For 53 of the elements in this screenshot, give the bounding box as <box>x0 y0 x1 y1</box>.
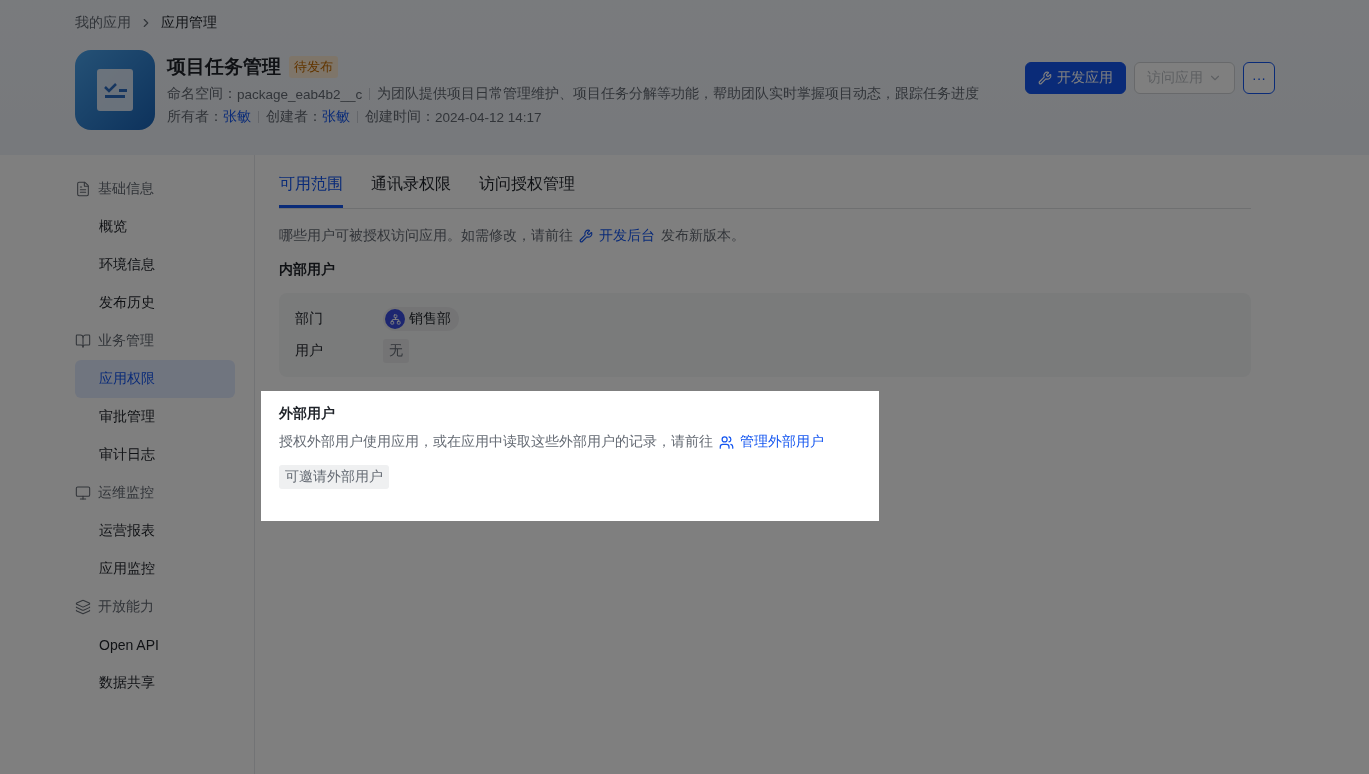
app-icon <box>75 50 155 130</box>
created-time: 2024-04-12 14:17 <box>435 109 542 125</box>
manage-external-link[interactable]: 管理外部用户 <box>740 433 824 451</box>
creator-label: 创建者： <box>266 108 322 126</box>
monitor-icon <box>75 485 91 501</box>
document-icon <box>75 181 91 197</box>
dev-console-link[interactable]: 开发后台 <box>599 227 655 245</box>
sidebar-item[interactable]: 环境信息 <box>75 246 235 284</box>
namespace-label: 命名空间： <box>167 85 237 103</box>
more-button[interactable]: ··· <box>1243 62 1275 94</box>
breadcrumb-link[interactable]: 应用管理 <box>161 14 217 32</box>
sidebar-item[interactable]: 发布历史 <box>75 284 235 322</box>
sidebar-item[interactable]: 数据共享 <box>75 664 235 702</box>
group-label: 开放能力 <box>98 598 154 616</box>
layers-icon <box>75 599 91 615</box>
app-title: 项目任务管理 <box>167 55 281 79</box>
namespace-value: package_eab4b2__c <box>237 86 363 102</box>
book-icon <box>75 333 91 349</box>
owner-label: 所有者： <box>167 108 223 126</box>
sidebar-item[interactable]: 审批管理 <box>75 398 235 436</box>
wrench-icon <box>1038 71 1052 85</box>
sidebar-item[interactable]: Open API <box>75 626 235 664</box>
sidebar-item[interactable]: 运营报表 <box>75 512 235 550</box>
field-label: 用户 <box>295 342 324 360</box>
tab[interactable]: 通讯录权限 <box>371 174 451 208</box>
section-title: 内部用户 <box>279 261 336 279</box>
group-label: 基础信息 <box>98 180 154 198</box>
department-name: 销售部 <box>409 310 451 328</box>
invite-tag: 可邀请外部用户 <box>279 465 389 489</box>
users-icon <box>719 434 734 450</box>
group-label: 运维监控 <box>98 484 154 502</box>
tab[interactable]: 访问授权管理 <box>479 174 575 208</box>
group-label: 业务管理 <box>98 332 154 350</box>
intro-text: 哪些用户可被授权访问应用。如需修改，请前往 <box>279 227 573 245</box>
org-icon <box>385 309 405 329</box>
section-title: 外部用户 <box>279 405 336 423</box>
creator-link[interactable]: 张敏 <box>322 108 350 126</box>
status-badge: 待发布 <box>289 56 338 78</box>
sidebar-item[interactable]: 应用监控 <box>75 550 235 588</box>
sidebar-item[interactable]: 概览 <box>75 208 235 246</box>
wrench-icon <box>579 229 593 243</box>
field-label: 部门 <box>295 310 324 328</box>
value-tag: 无 <box>383 339 409 363</box>
sidebar-item[interactable]: 应用权限 <box>75 360 235 398</box>
sidebar-item[interactable]: 审计日志 <box>75 436 235 474</box>
app-description: 为团队提供项目日常管理维护、项目任务分解等功能，帮助团队实时掌握项目动态，跟踪任务进度 <box>377 85 980 103</box>
owner-link[interactable]: 张敏 <box>223 108 251 126</box>
develop-button[interactable]: 开发应用 <box>1025 62 1126 94</box>
intro-text: 发布新版本。 <box>661 227 745 245</box>
breadcrumb-link[interactable]: 我的应用 <box>75 14 131 32</box>
external-description: 授权外部用户使用应用，或在应用中读取这些外部用户的记录，请前往 <box>279 433 713 451</box>
tab[interactable]: 可用范围 <box>279 174 343 208</box>
created-label: 创建时间： <box>365 108 435 126</box>
